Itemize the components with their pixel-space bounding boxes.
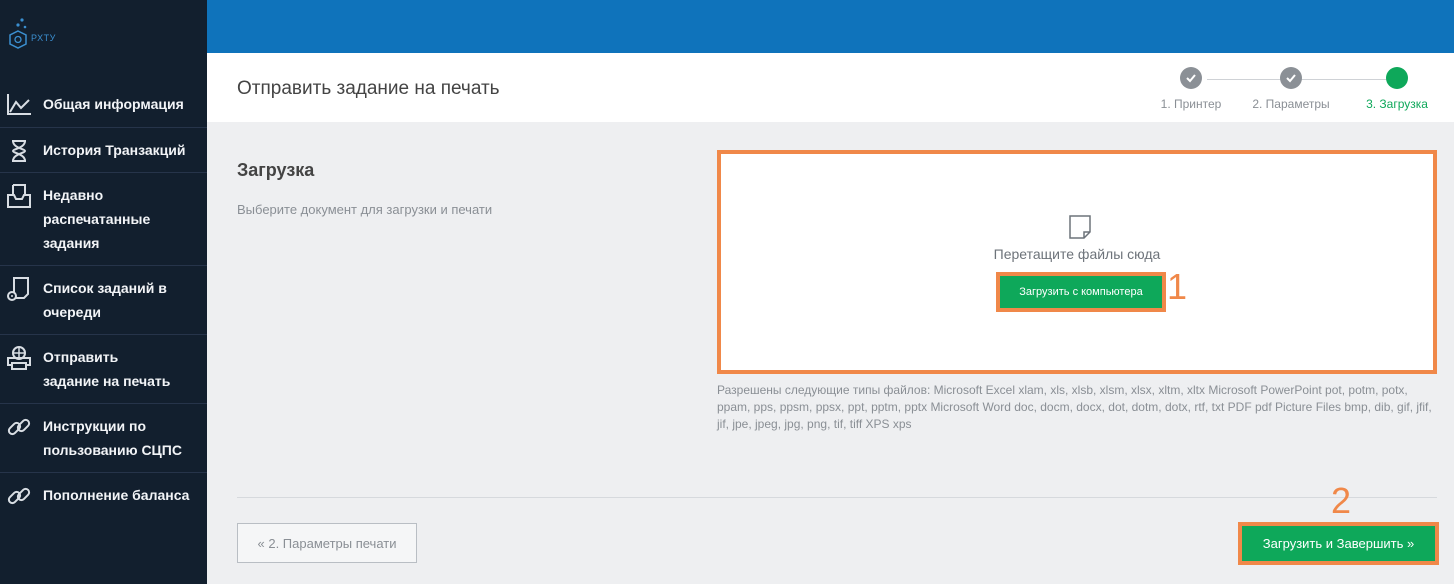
- sidebar-item-label: Недавно распечатанные задания: [43, 187, 151, 251]
- annotation-mark-2: 2: [1331, 480, 1352, 521]
- divider: [237, 497, 1437, 498]
- step-upload: 3. Загрузка: [1347, 67, 1447, 111]
- step-done-dot: [1180, 67, 1202, 89]
- hourglass-icon: [11, 140, 27, 162]
- file-dropzone[interactable]: Перетащите файлы сюда Загрузить с компью…: [717, 150, 1437, 374]
- link-icon: [7, 418, 31, 436]
- allowed-file-types: Разрешены следующие типы файлов: Microso…: [717, 383, 1432, 431]
- page-title: Отправить задание на печать: [237, 78, 500, 99]
- inbox-icon: [7, 184, 31, 208]
- check-icon: [1286, 74, 1296, 83]
- file-icon: [1069, 215, 1091, 239]
- top-bar: [207, 0, 1454, 53]
- sidebar-item-label: Инструкции по пользованию СЦПС: [43, 418, 182, 458]
- stepper: 1. Принтер 2. Параметры 3. Загрузка: [1157, 67, 1437, 117]
- step-done-dot: [1280, 67, 1302, 89]
- sidebar-item-recent[interactable]: Недавно распечатанные задания: [0, 173, 207, 266]
- link-icon: [7, 487, 31, 505]
- step-label: 1. Принтер: [1160, 97, 1222, 111]
- printer-icon: [7, 346, 31, 370]
- sidebar: РХТУ Общая информация История Транзакций…: [0, 0, 207, 584]
- sidebar-item-label: Список заданий в очереди: [43, 280, 167, 320]
- chart-line-icon: [7, 94, 31, 115]
- step-printer: 1. Принтер: [1141, 67, 1241, 111]
- logo-text: РХТУ: [31, 33, 56, 43]
- sidebar-item-overview[interactable]: Общая информация: [0, 82, 207, 128]
- sidebar-item-label: История Транзакций: [43, 142, 186, 158]
- drop-text: Перетащите файлы сюда: [993, 246, 1161, 262]
- step-active-dot: [1386, 67, 1408, 89]
- sidebar-item-label: Общая информация: [43, 96, 184, 112]
- step-params: 2. Параметры: [1241, 67, 1341, 111]
- sidebar-item-label: Пополнение баланса: [43, 487, 190, 503]
- upload-and-finish-button[interactable]: Загрузить и Завершить »: [1238, 522, 1439, 565]
- step-label: 2. Параметры: [1252, 97, 1330, 111]
- page-header: Отправить задание на печать 1. Принтер 2…: [207, 53, 1454, 122]
- sidebar-item-transactions[interactable]: История Транзакций: [0, 128, 207, 173]
- sidebar-item-label: Отправить задание на печать: [43, 349, 171, 389]
- sidebar-nav: Общая информация История Транзакций Неда…: [0, 82, 207, 519]
- section-description: Выберите документ для загрузки и печати: [237, 202, 493, 217]
- annotation-mark-1: 1: [1167, 266, 1188, 307]
- check-icon: [1186, 74, 1196, 83]
- section-title: Загрузка: [237, 160, 315, 180]
- step-label: 3. Загрузка: [1366, 97, 1428, 111]
- sidebar-item-queue[interactable]: Список заданий в очереди: [0, 266, 207, 335]
- sidebar-item-instructions[interactable]: Инструкции по пользованию СЦПС: [0, 404, 207, 473]
- queue-doc-icon: [7, 277, 29, 301]
- sidebar-item-topup[interactable]: Пополнение баланса: [0, 473, 207, 519]
- sidebar-item-send-print[interactable]: Отправить задание на печать: [0, 335, 207, 404]
- back-to-params-button[interactable]: « 2. Параметры печати: [237, 523, 417, 563]
- upload-from-computer-button[interactable]: Загрузить с компьютера: [996, 272, 1166, 312]
